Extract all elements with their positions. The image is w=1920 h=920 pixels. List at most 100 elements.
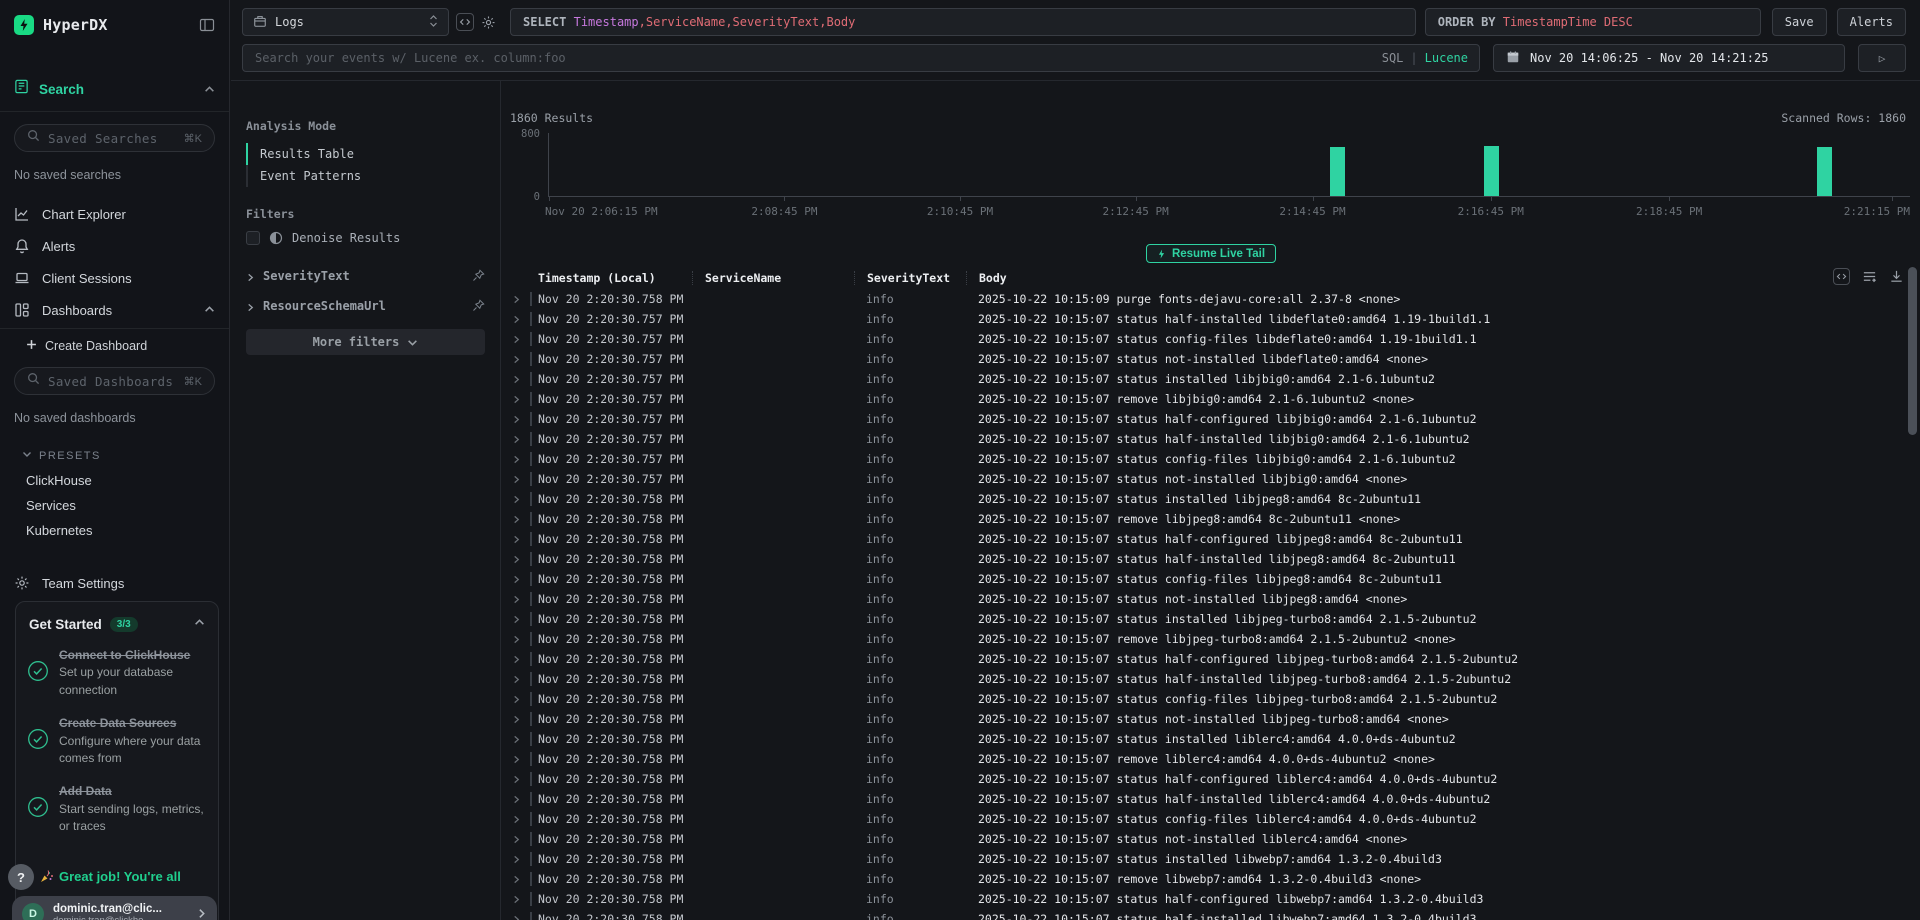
sidebar-preset-kubernetes[interactable]: Kubernetes <box>0 518 229 543</box>
scrollbar-thumb[interactable] <box>1908 267 1917 435</box>
filter-group-resourceschemaurl[interactable]: ResourceSchemaUrl <box>246 291 485 321</box>
table-row[interactable]: Nov 20 2:20:30.758 PMinfo2025-10-22 10:1… <box>502 729 1894 749</box>
table-row[interactable]: Nov 20 2:20:30.758 PMinfo2025-10-22 10:1… <box>502 709 1894 729</box>
row-expand-icon[interactable] <box>512 695 530 704</box>
histogram-bar[interactable] <box>1484 146 1499 196</box>
row-expand-icon[interactable] <box>512 355 530 364</box>
saved-dashboards-input[interactable]: Saved Dashboards ⌘K <box>14 367 215 395</box>
pin-icon[interactable] <box>472 297 485 316</box>
table-row[interactable]: Nov 20 2:20:30.758 PMinfo2025-10-22 10:1… <box>502 649 1894 669</box>
table-row[interactable]: Nov 20 2:20:30.757 PMinfo2025-10-22 10:1… <box>502 309 1894 329</box>
column-header-body[interactable]: Body <box>966 271 1894 285</box>
table-row[interactable]: Nov 20 2:20:30.758 PMinfo2025-10-22 10:1… <box>502 689 1894 709</box>
presets-header[interactable]: PRESETS <box>0 443 229 468</box>
pin-icon[interactable] <box>472 267 485 286</box>
table-row[interactable]: Nov 20 2:20:30.757 PMinfo2025-10-22 10:1… <box>502 429 1894 449</box>
row-expand-icon[interactable] <box>512 855 530 864</box>
help-button[interactable]: ? <box>8 864 34 890</box>
table-row[interactable]: Nov 20 2:20:30.758 PMinfo2025-10-22 10:1… <box>502 509 1894 529</box>
histogram-bar[interactable] <box>1330 147 1345 196</box>
sidebar-item-chart-explorer[interactable]: Chart Explorer <box>0 198 229 230</box>
table-row[interactable]: Nov 20 2:20:30.757 PMinfo2025-10-22 10:1… <box>502 389 1894 409</box>
get-started-step[interactable]: Connect to ClickHouseSet up your databas… <box>16 639 218 707</box>
row-expand-icon[interactable] <box>512 715 530 724</box>
row-expand-icon[interactable] <box>512 575 530 584</box>
row-expand-icon[interactable] <box>512 515 530 524</box>
alerts-button[interactable]: Alerts <box>1837 8 1906 36</box>
table-row[interactable]: Nov 20 2:20:30.758 PMinfo2025-10-22 10:1… <box>502 669 1894 689</box>
get-started-step[interactable]: Add DataStart sending logs, metrics, or … <box>16 775 218 843</box>
get-started-step[interactable]: Create Data SourcesConfigure where your … <box>16 707 218 775</box>
resume-live-tail-button[interactable]: Resume Live Tail <box>1146 244 1276 263</box>
row-expand-icon[interactable] <box>512 455 530 464</box>
row-expand-icon[interactable] <box>512 795 530 804</box>
table-row[interactable]: Nov 20 2:20:30.758 PMinfo2025-10-22 10:1… <box>502 589 1894 609</box>
row-expand-icon[interactable] <box>512 495 530 504</box>
row-expand-icon[interactable] <box>512 615 530 624</box>
get-started-header[interactable]: Get Started 3/3 <box>16 602 218 639</box>
table-row[interactable]: Nov 20 2:20:30.757 PMinfo2025-10-22 10:1… <box>502 409 1894 429</box>
row-expand-icon[interactable] <box>512 475 530 484</box>
select-query-input[interactable]: SELECT Timestamp ,ServiceName,SeverityTe… <box>510 8 1416 36</box>
row-expand-icon[interactable] <box>512 915 530 920</box>
save-button[interactable]: Save <box>1772 8 1827 36</box>
search-input[interactable] <box>242 44 1480 72</box>
lucene-toggle[interactable]: Lucene <box>1425 51 1468 65</box>
sidebar-collapse-icon[interactable] <box>199 17 215 33</box>
row-expand-icon[interactable] <box>512 335 530 344</box>
table-row[interactable]: Nov 20 2:20:30.757 PMinfo2025-10-22 10:1… <box>502 369 1894 389</box>
table-row[interactable]: Nov 20 2:20:30.758 PMinfo2025-10-22 10:1… <box>502 529 1894 549</box>
more-filters-button[interactable]: More filters <box>246 329 485 355</box>
sidebar-item-client-sessions[interactable]: Client Sessions <box>0 262 229 294</box>
table-row[interactable]: Nov 20 2:20:30.758 PMinfo2025-10-22 10:1… <box>502 569 1894 589</box>
row-expand-icon[interactable] <box>512 595 530 604</box>
table-row[interactable]: Nov 20 2:20:30.758 PMinfo2025-10-22 10:1… <box>502 549 1894 569</box>
table-row[interactable]: Nov 20 2:20:30.758 PMinfo2025-10-22 10:1… <box>502 629 1894 649</box>
row-expand-icon[interactable] <box>512 815 530 824</box>
row-expand-icon[interactable] <box>512 635 530 644</box>
row-expand-icon[interactable] <box>512 675 530 684</box>
row-expand-icon[interactable] <box>512 875 530 884</box>
filter-group-severitytext[interactable]: SeverityText <box>246 261 485 291</box>
orderby-input[interactable]: ORDER BY TimestampTime DESC <box>1425 8 1761 36</box>
column-header-severitytext[interactable]: SeverityText <box>854 271 966 285</box>
sidebar-item-search[interactable]: Search <box>0 69 229 109</box>
row-expand-icon[interactable] <box>512 895 530 904</box>
table-row[interactable]: Nov 20 2:20:30.758 PMinfo2025-10-22 10:1… <box>502 889 1894 909</box>
sidebar-item-alerts[interactable]: Alerts <box>0 230 229 262</box>
source-select[interactable]: Logs <box>242 8 449 36</box>
row-expand-icon[interactable] <box>512 295 530 304</box>
table-row[interactable]: Nov 20 2:20:30.758 PMinfo2025-10-22 10:1… <box>502 769 1894 789</box>
row-expand-icon[interactable] <box>512 735 530 744</box>
row-expand-icon[interactable] <box>512 655 530 664</box>
row-expand-icon[interactable] <box>512 395 530 404</box>
table-row[interactable]: Nov 20 2:20:30.758 PMinfo2025-10-22 10:1… <box>502 489 1894 509</box>
table-row[interactable]: Nov 20 2:20:30.758 PMinfo2025-10-22 10:1… <box>502 809 1894 829</box>
analysis-mode-event-patterns[interactable]: Event Patterns <box>246 165 485 187</box>
chart-plot[interactable]: Nov 20 2:06:15 PM2:08:45 PM2:10:45 PM2:1… <box>548 133 1910 197</box>
table-row[interactable]: Nov 20 2:20:30.757 PMinfo2025-10-22 10:1… <box>502 449 1894 469</box>
column-header-timestamp[interactable]: Timestamp (Local) <box>530 271 692 285</box>
date-range-input[interactable]: Nov 20 14:06:25 - Nov 20 14:21:25 <box>1493 44 1845 72</box>
column-header-servicename[interactable]: ServiceName <box>692 271 854 285</box>
table-row[interactable]: Nov 20 2:20:30.758 PMinfo2025-10-22 10:1… <box>502 609 1894 629</box>
table-row[interactable]: Nov 20 2:20:30.758 PMinfo2025-10-22 10:1… <box>502 749 1894 769</box>
row-expand-icon[interactable] <box>512 535 530 544</box>
table-row[interactable]: Nov 20 2:20:30.758 PMinfo2025-10-22 10:1… <box>502 849 1894 869</box>
row-expand-icon[interactable] <box>512 555 530 564</box>
row-expand-icon[interactable] <box>512 415 530 424</box>
code-view-button[interactable] <box>456 13 474 31</box>
table-row[interactable]: Nov 20 2:20:30.757 PMinfo2025-10-22 10:1… <box>502 349 1894 369</box>
row-expand-icon[interactable] <box>512 775 530 784</box>
run-query-button[interactable]: ▷ <box>1858 44 1906 72</box>
table-row[interactable]: Nov 20 2:20:30.758 PMinfo2025-10-22 10:1… <box>502 789 1894 809</box>
sidebar-preset-clickhouse[interactable]: ClickHouse <box>0 468 229 493</box>
row-expand-icon[interactable] <box>512 835 530 844</box>
table-row[interactable]: Nov 20 2:20:30.757 PMinfo2025-10-22 10:1… <box>502 469 1894 489</box>
table-row[interactable]: Nov 20 2:20:30.758 PMinfo2025-10-22 10:1… <box>502 829 1894 849</box>
table-row[interactable]: Nov 20 2:20:30.757 PMinfo2025-10-22 10:1… <box>502 329 1894 349</box>
histogram-bar[interactable] <box>1817 147 1832 196</box>
create-dashboard-button[interactable]: Create Dashboard <box>0 329 229 355</box>
row-expand-icon[interactable] <box>512 755 530 764</box>
denoise-checkbox[interactable] <box>246 231 260 245</box>
